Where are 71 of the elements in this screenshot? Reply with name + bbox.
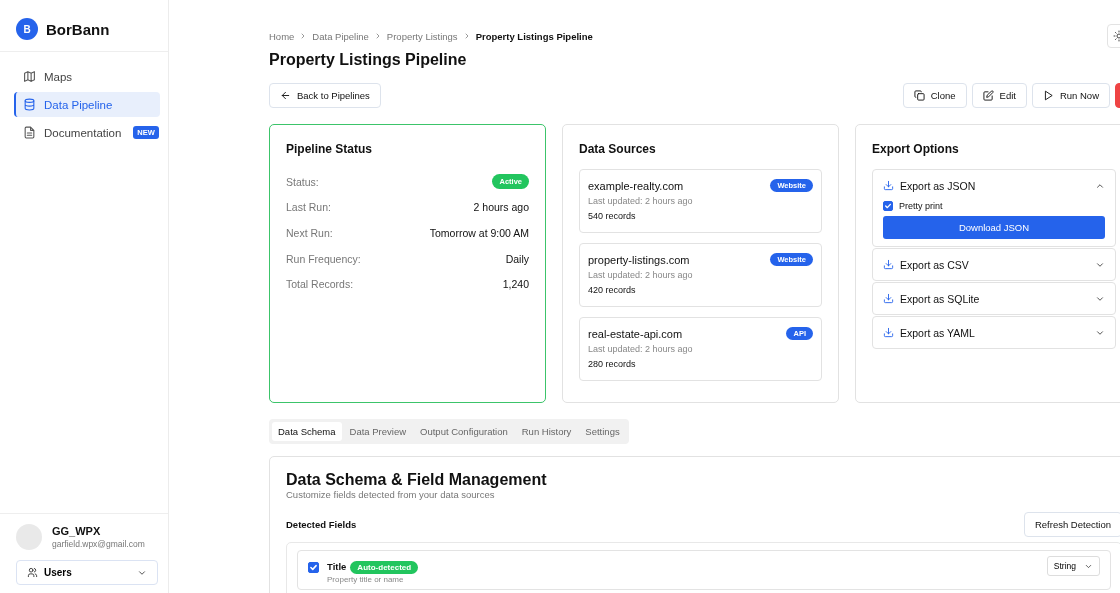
breadcrumb-link[interactable]: Property Listings: [386, 30, 458, 42]
tab[interactable]: Run History: [515, 422, 578, 441]
card-title: Pipeline Status: [286, 142, 374, 156]
pencil-icon: [982, 90, 994, 101]
user-name: GG_WPX: [52, 525, 102, 537]
user-email: garfield.wpx@gmail.com: [52, 539, 145, 549]
arrow-left-icon: [280, 90, 291, 101]
check-icon: [309, 563, 318, 572]
last-updated: Last updated: 2 hours ago: [588, 270, 694, 280]
copy-icon: [913, 90, 925, 101]
status-label: Status:: [286, 175, 319, 188]
field-name: Title: [327, 561, 347, 572]
breadcrumb-link[interactable]: Home: [269, 30, 295, 42]
detected-badge: Auto-detected: [350, 561, 419, 574]
source-name: example-realty.com: [588, 179, 684, 192]
detected-fields-label: Detected Fields: [286, 519, 357, 530]
checkbox[interactable]: [308, 562, 319, 573]
database-icon: [23, 98, 36, 111]
page-title: Property Listings Pipeline: [269, 51, 468, 69]
clone-button[interactable]: Clone: [902, 83, 967, 108]
card-title: Export Options: [872, 142, 960, 156]
tab[interactable]: Data Schema: [272, 422, 342, 441]
download-icon: [883, 180, 894, 191]
source-name: property-listings.com: [588, 253, 690, 266]
export-toggle[interactable]: Export as SQLite: [873, 283, 1115, 314]
source-name: real-estate-api.com: [588, 327, 683, 340]
last-updated: Last updated: 2 hours ago: [588, 344, 694, 354]
export-toggle[interactable]: Export as YAML: [873, 317, 1115, 348]
run-button[interactable]: Run Now: [1031, 83, 1110, 108]
record-count: 280 records: [588, 359, 637, 369]
export-toggle[interactable]: Export as JSON: [873, 170, 1115, 201]
field-description: Property title or name: [327, 575, 405, 584]
card-title: Data Sources: [579, 142, 657, 156]
status-value: 1,240: [502, 278, 529, 291]
sidebar-item[interactable]: Data Pipeline: [14, 92, 160, 117]
download-icon: [883, 293, 894, 304]
status-value: Daily: [505, 252, 529, 265]
status-value: Tomorrow at 9:00 AM: [429, 227, 529, 239]
tab[interactable]: Settings: [579, 422, 626, 441]
status-value: 2 hours ago: [473, 201, 529, 214]
check-icon: [884, 202, 892, 210]
brand-name: BorBann: [46, 20, 110, 38]
role-dropdown[interactable]: Users: [16, 560, 158, 585]
document-icon: [23, 126, 36, 139]
status-label: Next Run:: [286, 227, 333, 239]
record-count: 420 records: [588, 285, 637, 295]
edit-button[interactable]: Edit: [971, 83, 1027, 108]
logo-icon: B: [16, 18, 38, 40]
refresh-button[interactable]: Refresh Detection: [1023, 512, 1120, 537]
users-icon: [27, 567, 38, 578]
status-label: Total Records:: [286, 278, 354, 291]
breadcrumb-link[interactable]: Data Pipeline: [312, 30, 369, 42]
back-button[interactable]: Back to Pipelines: [269, 83, 381, 108]
section-title: Data Schema & Field Management: [286, 471, 548, 489]
download-icon: [883, 259, 894, 270]
checkbox[interactable]: [883, 201, 893, 211]
tab[interactable]: Output Configuration: [414, 422, 514, 441]
section-subtitle: Customize fields detected from your data sources: [286, 489, 496, 500]
status-label: Last Run:: [286, 201, 331, 214]
play-icon: [1042, 90, 1054, 101]
export-toggle[interactable]: Export as CSV: [873, 249, 1115, 280]
sidebar-item[interactable]: Maps: [14, 64, 160, 89]
map-icon: [23, 70, 36, 83]
tab[interactable]: Data Preview: [343, 422, 413, 441]
type-dropdown[interactable]: String: [1046, 556, 1100, 576]
download-button[interactable]: Download JSON: [883, 216, 1105, 239]
status-label: Run Frequency:: [286, 252, 361, 265]
record-count: 540 records: [588, 211, 637, 221]
checkbox-label: Pretty print: [899, 201, 943, 211]
last-updated: Last updated: 2 hours ago: [588, 196, 694, 206]
download-icon: [883, 327, 894, 338]
